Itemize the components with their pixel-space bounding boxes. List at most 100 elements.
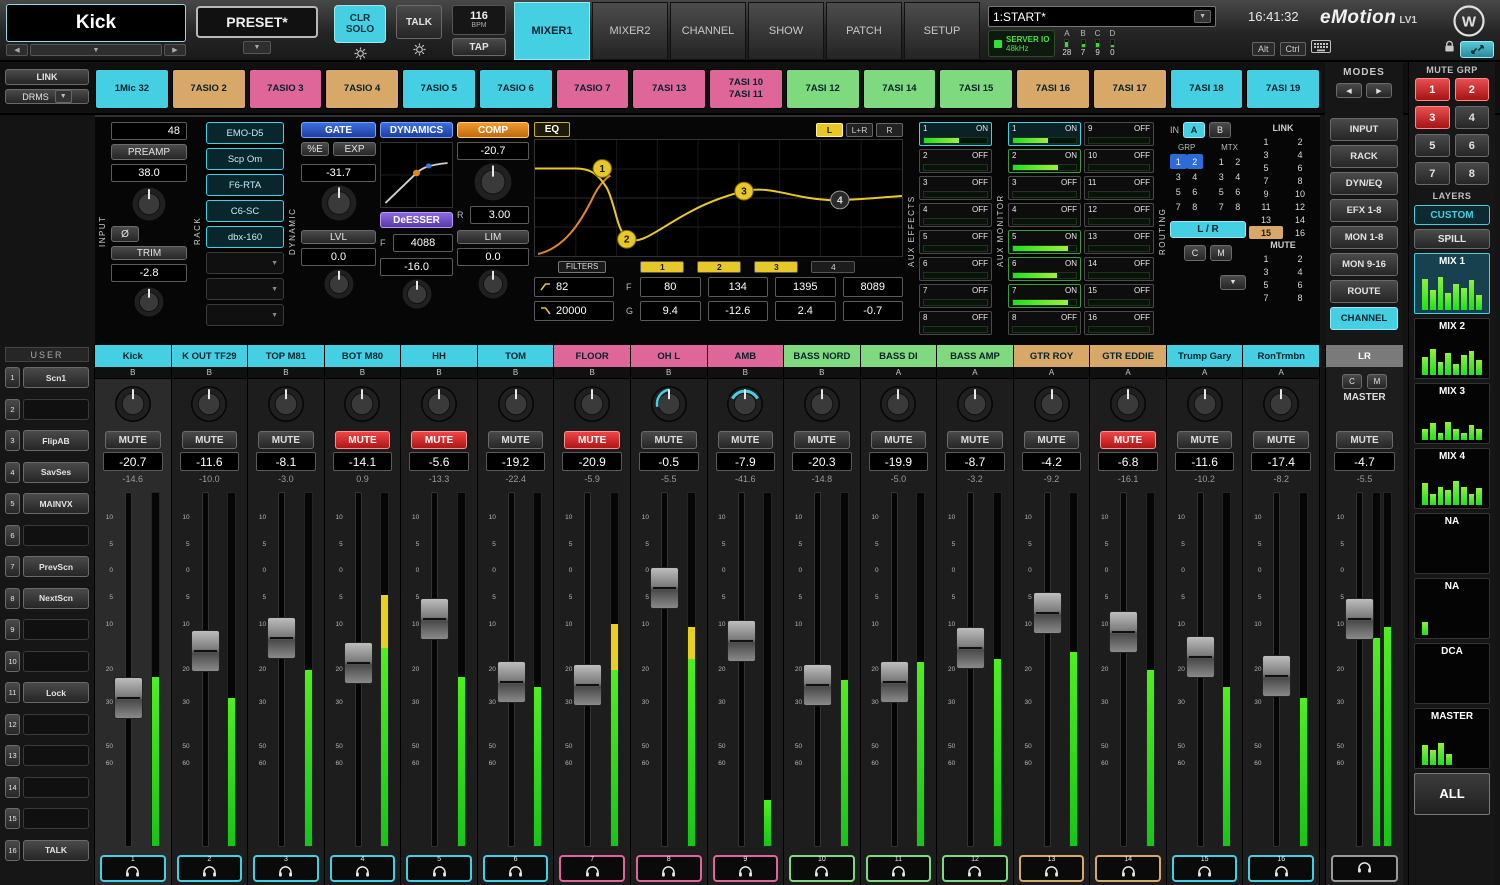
fader-track[interactable]	[967, 492, 974, 847]
eq-freq-1[interactable]: 80	[640, 277, 701, 297]
mtx-assign-3[interactable]: 3	[1213, 169, 1230, 184]
layer-na[interactable]: NA	[1414, 513, 1490, 574]
link-14[interactable]: 14	[1283, 213, 1317, 226]
channel-footer[interactable]: 14	[1095, 855, 1161, 882]
user-key-10[interactable]: 10	[5, 651, 20, 672]
fader-gain-display[interactable]: -20.7	[103, 452, 163, 471]
pan-knob[interactable]	[1014, 379, 1090, 429]
comp-button[interactable]: COMP	[457, 122, 529, 138]
grp-assign-6[interactable]: 6	[1187, 184, 1204, 199]
aux-fx-send-2[interactable]: 2OFF	[919, 149, 992, 173]
aux-monitor-send-4[interactable]: 4OFF	[1008, 203, 1081, 227]
gate-level-knob[interactable]	[301, 268, 376, 300]
channel-name-tab[interactable]: FLOOR	[554, 345, 630, 367]
fader-gain-display[interactable]: -4.7	[1334, 452, 1395, 471]
pan-knob[interactable]	[95, 379, 171, 429]
channel-footer[interactable]: 13	[1019, 855, 1085, 882]
layer-dca[interactable]: DCA	[1414, 643, 1490, 704]
user-key-5[interactable]: 5	[5, 493, 20, 514]
channel-footer[interactable]: 9	[713, 855, 779, 882]
mono-button[interactable]: M	[1210, 245, 1232, 261]
eq-gain-2[interactable]: -12.6	[708, 301, 769, 321]
rack-slot-empty[interactable]: ▼	[206, 278, 284, 300]
fader-track[interactable]	[1356, 492, 1363, 847]
eq-gain-3[interactable]: 2.4	[775, 301, 836, 321]
eq-gain-4[interactable]: -0.7	[843, 301, 904, 321]
pan-knob[interactable]	[325, 379, 401, 429]
user-key-14[interactable]: 14	[5, 777, 20, 798]
channel-name-tab[interactable]: Trump Gary	[1167, 345, 1243, 367]
fader-handle[interactable]	[344, 642, 373, 684]
channel-name-tab[interactable]: BASS DI	[861, 345, 937, 367]
mode-mon-9-16[interactable]: MON 9-16	[1330, 253, 1398, 276]
prev-channel-button[interactable]: ◀	[6, 44, 28, 56]
channel-footer[interactable]: 11	[866, 855, 932, 882]
fader-track[interactable]	[738, 492, 745, 847]
tab-show[interactable]: SHOW	[748, 2, 824, 60]
channel-select-2[interactable]: 7ASIO 2	[172, 69, 246, 109]
session-display[interactable]: 1:START* ▼	[988, 6, 1216, 27]
tab-setup[interactable]: SETUP	[904, 2, 980, 60]
preamp-knob[interactable]	[111, 186, 187, 222]
user-assign-2[interactable]	[23, 399, 89, 420]
link-4[interactable]: 4	[1283, 148, 1317, 161]
aux-monitor-send-3[interactable]: 3OFF	[1008, 176, 1081, 200]
mute-button[interactable]: MUTE	[718, 431, 774, 449]
percent-e-button[interactable]: %E	[301, 142, 329, 156]
deesser-freq-display[interactable]: 4088	[393, 234, 453, 252]
fader-track[interactable]	[278, 492, 285, 847]
user-key-9[interactable]: 9	[5, 619, 20, 640]
link-12[interactable]: 12	[1283, 200, 1317, 213]
pan-knob[interactable]	[248, 379, 324, 429]
user-key-6[interactable]: 6	[5, 525, 20, 546]
mute-button[interactable]: MUTE	[641, 431, 697, 449]
channel-select-5[interactable]: 7ASIO 5	[402, 69, 476, 109]
mute-button[interactable]: MUTE	[182, 431, 238, 449]
pan-knob[interactable]	[708, 379, 784, 429]
fader-handle[interactable]	[191, 630, 220, 672]
user-assign-Lock[interactable]: Lock	[23, 682, 89, 703]
user-key-1[interactable]: 1	[5, 367, 20, 388]
fader-gain-display[interactable]: -5.6	[409, 452, 469, 471]
digital-gain-display[interactable]: 48	[111, 122, 187, 140]
pan-knob[interactable]	[784, 379, 860, 429]
user-key-13[interactable]: 13	[5, 745, 20, 766]
user-assign-PrevScn[interactable]: PrevScn	[23, 556, 89, 577]
channel-name-tab[interactable]: GTR ROY	[1014, 345, 1090, 367]
channel-select-6[interactable]: 7ASIO 6	[479, 69, 553, 109]
eq-graph[interactable]: 1234	[534, 139, 903, 257]
fader-handle[interactable]	[1033, 592, 1062, 634]
fader-gain-display[interactable]: -8.1	[256, 452, 316, 471]
aux-monitor-send-11[interactable]: 11OFF	[1084, 176, 1154, 200]
aux-monitor-send-7[interactable]: 7ON	[1008, 284, 1081, 308]
pan-knob[interactable]	[1167, 379, 1243, 429]
lpf-freq-display[interactable]: 20000	[534, 301, 614, 321]
link-2[interactable]: 2	[1283, 135, 1317, 148]
channel-footer[interactable]: 4	[330, 855, 396, 882]
preset-dropdown[interactable]: ▼	[243, 41, 271, 54]
channel-footer[interactable]: 5	[406, 855, 472, 882]
fader-handle[interactable]	[650, 567, 679, 609]
eq-gain-1[interactable]: 9.4	[640, 301, 701, 321]
rack-slot-plugin[interactable]: F6-RTA	[206, 174, 284, 196]
aux-fx-send-4[interactable]: 4OFF	[919, 203, 992, 227]
mtx-assign-6[interactable]: 6	[1230, 184, 1247, 199]
channel-name-tab[interactable]: OH L	[631, 345, 707, 367]
tab-channel[interactable]: CHANNEL	[670, 2, 746, 60]
grp-assign-2[interactable]: 2	[1187, 154, 1204, 169]
comp-threshold-knob[interactable]	[457, 162, 529, 202]
mtx-assign-8[interactable]: 8	[1230, 199, 1247, 214]
fader-gain-display[interactable]: -20.9	[562, 452, 622, 471]
aux-monitor-send-13[interactable]: 13OFF	[1084, 230, 1154, 254]
master-mono-button[interactable]: M	[1367, 374, 1387, 389]
group-select-dropdown[interactable]: DRMS ▼	[5, 89, 89, 104]
fader-gain-display[interactable]: -17.4	[1251, 452, 1311, 471]
link-10[interactable]: 10	[1283, 187, 1317, 200]
link-5[interactable]: 5	[1249, 161, 1283, 174]
channel-select-7[interactable]: 7ASIO 7	[556, 69, 630, 109]
grp-assign-3[interactable]: 3	[1170, 169, 1187, 184]
link-7[interactable]: 7	[1249, 174, 1283, 187]
fader-track[interactable]	[431, 492, 438, 847]
pan-knob[interactable]	[554, 379, 630, 429]
solo-settings-gear-icon[interactable]	[354, 46, 367, 60]
